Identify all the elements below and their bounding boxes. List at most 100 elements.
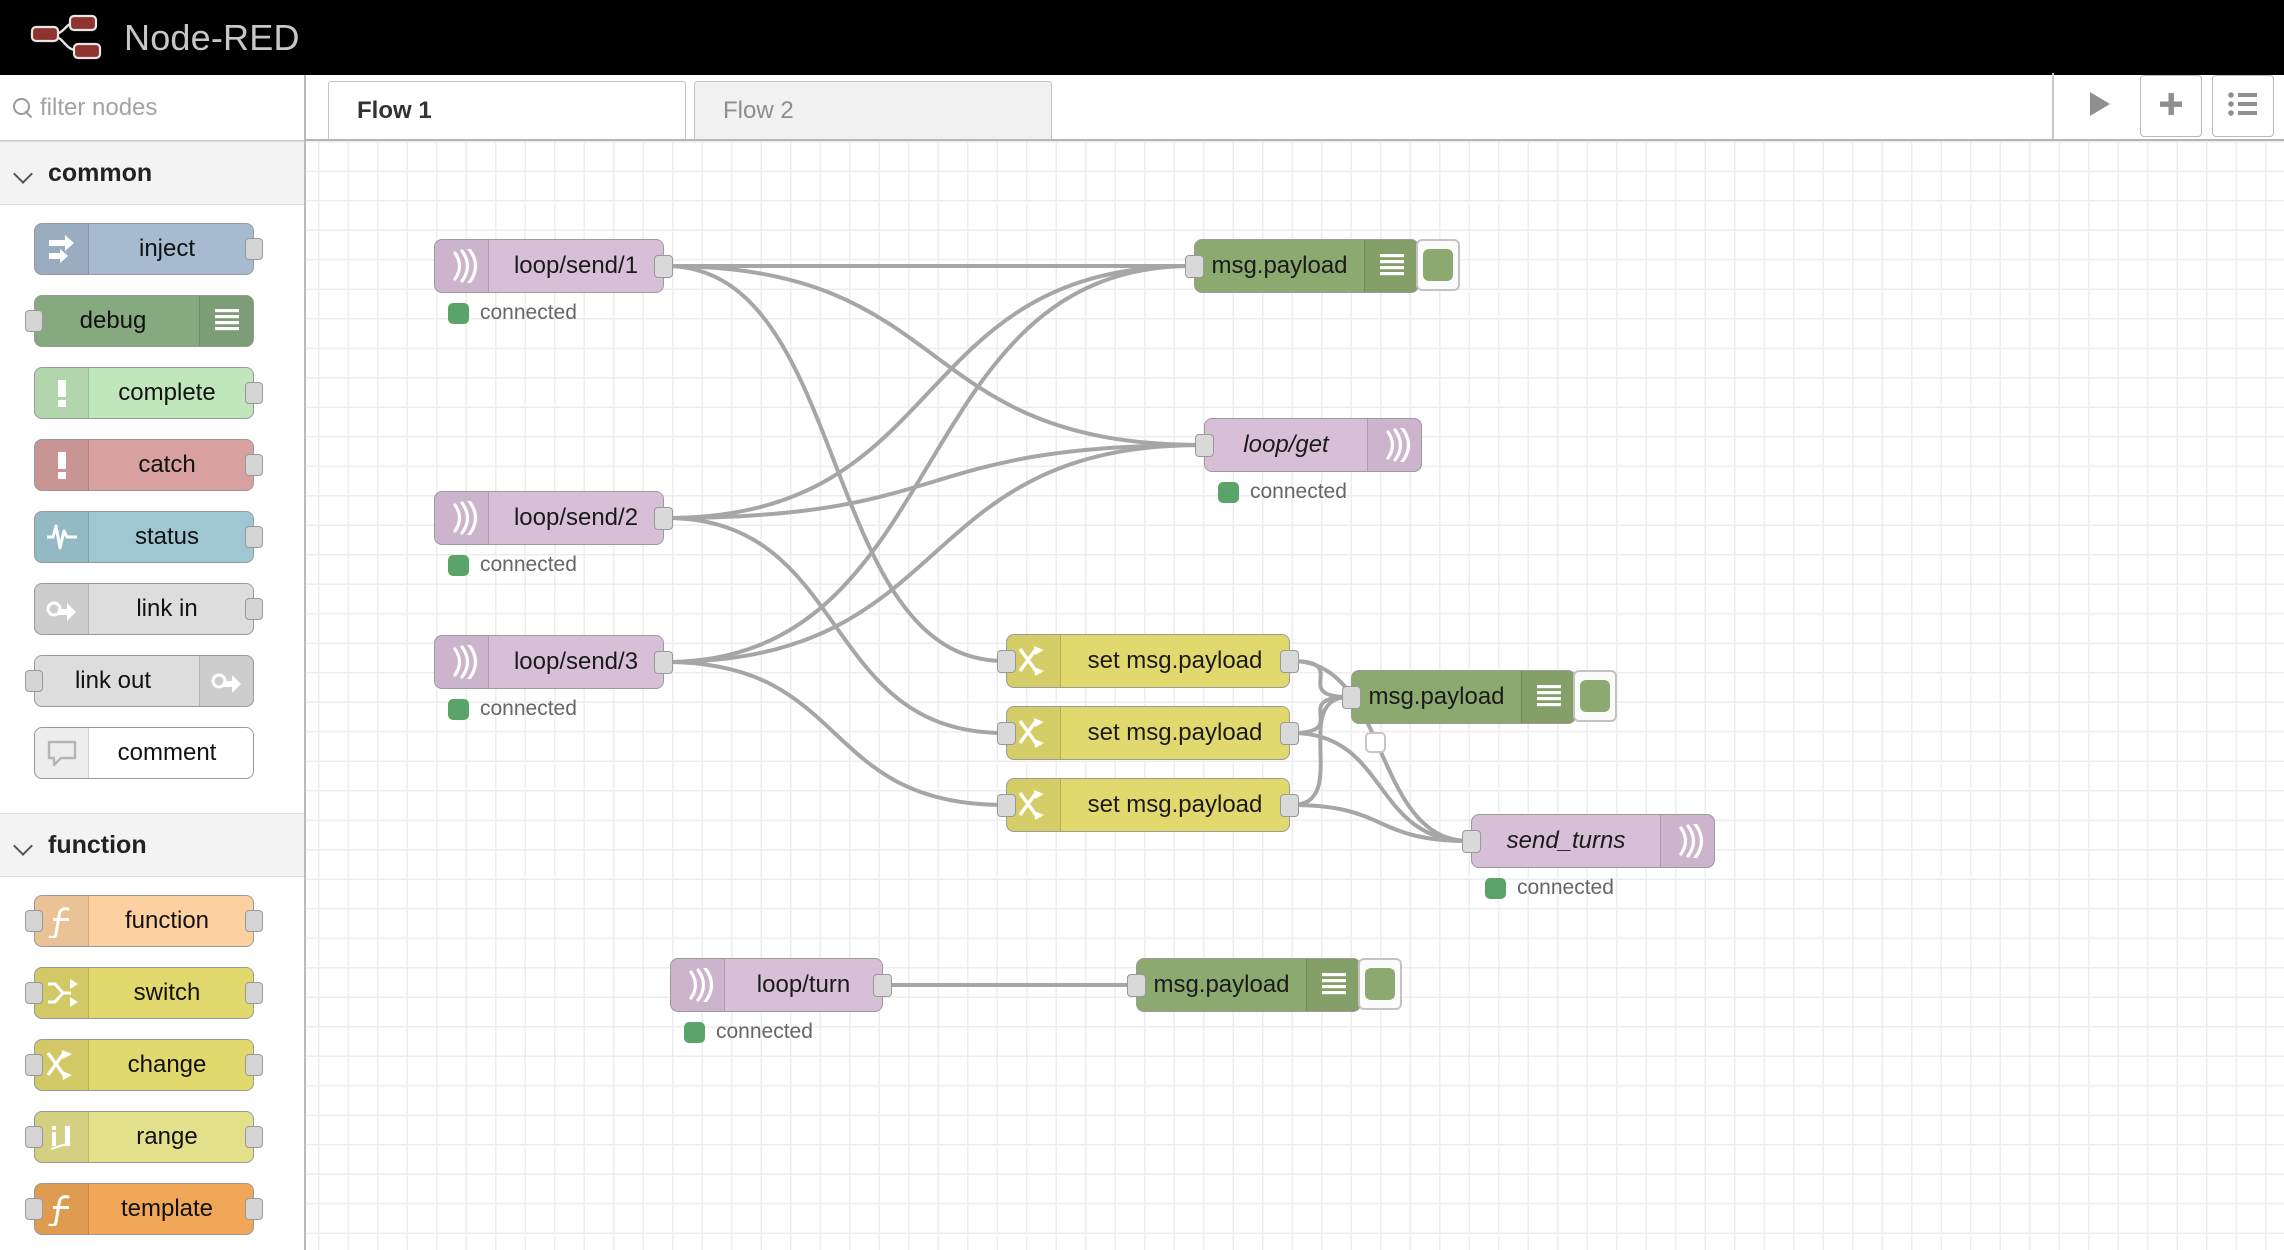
node-input-port[interactable] xyxy=(1462,830,1481,853)
flow-node-mqtt-in-loop-turn[interactable]: loop/turn xyxy=(670,958,883,1012)
node-input-port[interactable] xyxy=(25,982,43,1004)
node-input-port[interactable] xyxy=(997,722,1016,745)
flow-node-mqtt-in-loop-send-1[interactable]: loop/send/1 xyxy=(434,239,664,293)
flow-node-debug-msg-payload[interactable]: msg.payload xyxy=(1136,958,1361,1012)
palette-node-label: change xyxy=(89,1051,253,1079)
node-output-port[interactable] xyxy=(1280,722,1299,745)
palette-node-range[interactable]: range xyxy=(34,1111,254,1163)
deploy-play-button[interactable] xyxy=(2068,75,2130,137)
palette-node-comment[interactable]: comment xyxy=(34,727,254,779)
status-dot-icon xyxy=(448,555,469,576)
flow-node-mqtt-in-loop-send-3[interactable]: loop/send/3 xyxy=(434,635,664,689)
flow-node-mqtt-out-send_turns[interactable]: send_turns xyxy=(1471,814,1715,868)
palette-node-change[interactable]: change xyxy=(34,1039,254,1091)
node-output-port[interactable] xyxy=(654,507,673,530)
node-input-port[interactable] xyxy=(1195,434,1214,457)
node-output-port[interactable] xyxy=(245,1198,263,1220)
palette-node-status[interactable]: status xyxy=(34,511,254,563)
play-triangle-icon xyxy=(2084,88,2114,125)
palette-node-label: link out xyxy=(35,667,199,695)
palette-category-function[interactable]: function xyxy=(0,813,304,877)
node-input-port[interactable] xyxy=(25,670,43,692)
flow-node-label: loop/turn xyxy=(725,971,882,999)
palette-node-inject[interactable]: inject xyxy=(34,223,254,275)
status-dot-icon xyxy=(1365,732,1386,753)
palette-node-complete[interactable]: complete xyxy=(34,367,254,419)
flow-node-mqtt-in-loop-send-2[interactable]: loop/send/2 xyxy=(434,491,664,545)
tab-flow-2[interactable]: Flow 2 xyxy=(694,81,1052,139)
node-output-port[interactable] xyxy=(654,255,673,278)
node-input-port[interactable] xyxy=(997,794,1016,817)
palette-category-label: common xyxy=(48,159,152,188)
debug-toggle-button[interactable] xyxy=(1416,239,1460,291)
flow-node-label: msg.payload xyxy=(1137,971,1306,999)
flow-node-change-set-msg-payload[interactable]: set msg.payload xyxy=(1006,778,1290,832)
flow-node-debug-msg-payload[interactable]: msg.payload xyxy=(1194,239,1419,293)
node-output-port[interactable] xyxy=(245,982,263,1004)
palette-node-label: complete xyxy=(89,379,253,407)
node-input-port[interactable] xyxy=(997,650,1016,673)
palette-node-function[interactable]: function xyxy=(34,895,254,947)
node-input-port[interactable] xyxy=(1342,686,1361,709)
flow-canvas[interactable]: loop/send/1 connected loop/send/2 connected… xyxy=(306,141,2284,1250)
palette-node-switch[interactable]: switch xyxy=(34,967,254,1019)
search-input[interactable] xyxy=(36,94,276,122)
node-input-port[interactable] xyxy=(25,310,43,332)
node-output-port[interactable] xyxy=(245,454,263,476)
flow-node-change-set-msg-payload[interactable]: set msg.payload xyxy=(1006,706,1290,760)
range-icon xyxy=(35,1112,89,1162)
node-input-port[interactable] xyxy=(25,1054,43,1076)
exclamation-icon xyxy=(35,440,89,490)
palette-node-link-in[interactable]: link in xyxy=(34,583,254,635)
flow-node-label: set msg.payload xyxy=(1061,791,1289,819)
status-label: connected xyxy=(480,301,577,325)
node-output-port[interactable] xyxy=(245,382,263,404)
status-label: connected xyxy=(1250,480,1347,504)
flow-node-mqtt-out-loop-get[interactable]: loop/get xyxy=(1204,418,1422,472)
palette-category-common[interactable]: common xyxy=(0,141,304,205)
node-output-port[interactable] xyxy=(873,974,892,997)
palette-search-row[interactable] xyxy=(0,75,304,141)
flow-node-change-set-msg-payload[interactable]: set msg.payload xyxy=(1006,634,1290,688)
palette-node-label: comment xyxy=(89,739,253,767)
node-output-port[interactable] xyxy=(1280,794,1299,817)
workspace-toolbar xyxy=(2052,73,2284,139)
node-output-port[interactable] xyxy=(245,526,263,548)
node-output-port[interactable] xyxy=(245,910,263,932)
wire[interactable] xyxy=(666,266,1192,662)
tab-flow-1[interactable]: Flow 1 xyxy=(328,81,686,139)
node-output-port[interactable] xyxy=(245,238,263,260)
palette-node-label: inject xyxy=(89,235,253,263)
flow-node-debug-msg-payload[interactable]: msg.payload xyxy=(1351,670,1576,724)
node-input-port[interactable] xyxy=(25,1126,43,1148)
debug-toggle-button[interactable] xyxy=(1358,958,1402,1010)
node-output-port[interactable] xyxy=(245,598,263,620)
palette-node-debug[interactable]: debug xyxy=(34,295,254,347)
mqtt-wave-icon xyxy=(671,959,725,1011)
node-output-port[interactable] xyxy=(1280,650,1299,673)
palette-node-label: link in xyxy=(89,595,253,623)
node-input-port[interactable] xyxy=(25,1198,43,1220)
debug-toggle-button[interactable] xyxy=(1573,670,1617,722)
wire[interactable] xyxy=(666,445,1202,662)
sidebar-list-button[interactable] xyxy=(2212,75,2274,137)
node-status-badge: connected xyxy=(684,1020,813,1044)
node-output-port[interactable] xyxy=(245,1126,263,1148)
wire[interactable] xyxy=(666,266,1004,661)
flow-node-label: msg.payload xyxy=(1195,252,1364,280)
add-flow-button[interactable] xyxy=(2140,75,2202,137)
node-input-port[interactable] xyxy=(1127,974,1146,997)
palette-node-catch[interactable]: catch xyxy=(34,439,254,491)
wire[interactable] xyxy=(666,266,1192,518)
status-label: connected xyxy=(1517,876,1614,900)
node-input-port[interactable] xyxy=(1185,255,1204,278)
palette-node-link-out[interactable]: link out xyxy=(34,655,254,707)
node-output-port[interactable] xyxy=(245,1054,263,1076)
node-output-port[interactable] xyxy=(654,651,673,674)
flow-node-label: loop/get xyxy=(1205,431,1367,459)
palette-node-template[interactable]: template xyxy=(34,1183,254,1235)
node-input-port[interactable] xyxy=(25,910,43,932)
flow-node-label: loop/send/2 xyxy=(489,504,663,532)
wire[interactable] xyxy=(666,266,1202,445)
wire[interactable] xyxy=(666,662,1004,805)
